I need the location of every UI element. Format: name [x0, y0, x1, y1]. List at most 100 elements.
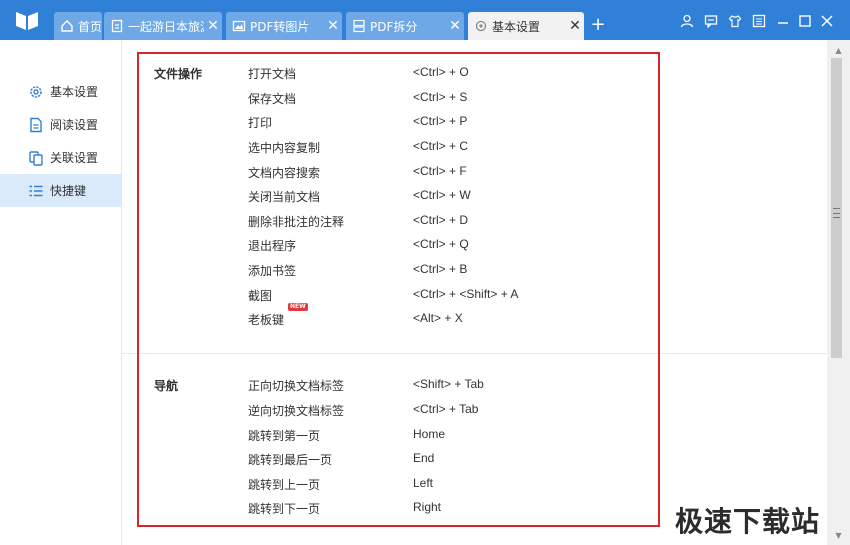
tab-close-icon[interactable]: ✕	[566, 18, 584, 34]
sidebar-item-link-settings[interactable]: 关联设置	[0, 141, 121, 174]
tab-label: PDF拆分	[370, 19, 418, 34]
shortcut-row: 选中内容复制 <Ctrl> + C	[122, 139, 827, 159]
tab-basic-settings[interactable]: 基本设置 ✕	[468, 12, 584, 40]
shortcut-key[interactable]: <Shift> + Tab	[413, 377, 484, 391]
shortcut-key[interactable]: <Ctrl> + O	[413, 65, 469, 79]
tab-close-icon[interactable]: ✕	[446, 18, 464, 34]
sidebar-item-label: 快捷键	[50, 184, 87, 198]
shortcut-action: 逆向切换文档标签	[248, 404, 345, 418]
thumb-grip-icon	[833, 208, 840, 218]
scroll-down-icon[interactable]: ▼	[827, 527, 850, 543]
menu-icon[interactable]	[750, 12, 768, 30]
shortcut-key[interactable]: <Alt> + X	[413, 311, 463, 325]
shortcut-action: 添加书签	[248, 264, 297, 278]
watermark: 极速下载站	[675, 505, 821, 538]
new-badge: NEW	[288, 303, 308, 311]
vertical-scrollbar[interactable]: ▲ ▼	[827, 40, 850, 545]
shortcut-action: 跳转到第一页	[248, 429, 321, 443]
tab-home[interactable]: 首页	[54, 12, 102, 40]
tab-close-icon[interactable]: ✕	[324, 18, 342, 34]
skin-icon[interactable]	[726, 12, 744, 30]
sidebar-item-read-settings[interactable]: 阅读设置	[0, 108, 121, 141]
settings-sidebar: 基本设置 阅读设置 关联设置 快捷键	[0, 40, 122, 545]
shortcut-key[interactable]: <Ctrl> + <Shift> + A	[413, 287, 518, 301]
shortcut-action: 跳转到最后一页	[248, 453, 333, 467]
shortcut-action: 跳转到下一页	[248, 502, 321, 516]
new-tab-button[interactable]: +	[589, 14, 607, 36]
shortcut-row: 退出程序 <Ctrl> + Q	[122, 237, 827, 257]
home-icon	[60, 19, 74, 33]
scrollbar-thumb[interactable]	[831, 58, 842, 358]
tab-pdf-split[interactable]: PDF拆分 ✕	[346, 12, 464, 40]
settings-gear-icon	[474, 19, 488, 33]
shortcut-list-icon	[28, 183, 44, 199]
title-bar: 首页 一起游日本旅游 ✕ PDF转图片 ✕ PDF拆分 ✕ 基本设置 ✕ +	[0, 0, 850, 40]
close-icon[interactable]	[818, 12, 836, 30]
shortcut-action: 删除非批注的注释	[248, 215, 345, 229]
minimize-icon[interactable]	[774, 12, 792, 30]
tab-pdf-to-image[interactable]: PDF转图片 ✕	[226, 12, 342, 40]
shortcut-action: 文档内容搜索	[248, 166, 321, 180]
maximize-icon[interactable]	[796, 12, 814, 30]
shortcut-key[interactable]: <Ctrl> + Tab	[413, 402, 478, 416]
shortcut-row: 打印 <Ctrl> + P	[122, 114, 827, 134]
shortcut-row: 跳转到上一页 Left	[122, 476, 827, 496]
shortcut-row: 添加书签 <Ctrl> + B	[122, 262, 827, 282]
shortcut-row: 截图 <Ctrl> + <Shift> + A	[122, 287, 827, 307]
tab-close-icon[interactable]: ✕	[204, 18, 222, 34]
shortcut-key[interactable]: Right	[413, 500, 441, 514]
shortcut-key[interactable]: <Ctrl> + C	[413, 139, 468, 153]
link-doc-icon	[28, 150, 44, 166]
sidebar-item-basic-settings[interactable]: 基本设置	[0, 75, 121, 108]
shortcut-row: 打开文档 <Ctrl> + O	[122, 65, 827, 85]
shortcut-row: 文档内容搜索 <Ctrl> + F	[122, 164, 827, 184]
scroll-up-icon[interactable]: ▲	[827, 42, 850, 58]
shortcut-row: 删除非批注的注释 <Ctrl> + D	[122, 213, 827, 233]
user-icon[interactable]	[678, 12, 696, 30]
shortcut-action: 老板键	[248, 313, 285, 327]
shortcut-key[interactable]: <Ctrl> + D	[413, 213, 468, 227]
shortcut-key[interactable]: Home	[413, 427, 445, 441]
shortcut-key[interactable]: End	[413, 451, 434, 465]
shortcut-key[interactable]: <Ctrl> + B	[413, 262, 467, 276]
shortcut-row: 保存文档 <Ctrl> + S	[122, 90, 827, 110]
pdf-split-icon	[352, 19, 366, 33]
tab-label: 一起游日本旅游	[128, 19, 204, 34]
section-divider	[122, 353, 827, 354]
shortcut-key[interactable]: <Ctrl> + F	[413, 164, 467, 178]
sidebar-item-label: 基本设置	[50, 85, 99, 99]
tab-label: 首页	[78, 19, 102, 34]
shortcut-action: 打开文档	[248, 67, 297, 81]
shortcut-action: 跳转到上一页	[248, 478, 321, 492]
sidebar-item-shortcuts[interactable]: 快捷键	[0, 174, 121, 207]
pdf-image-icon	[232, 19, 246, 33]
shortcut-action: 选中内容复制	[248, 141, 321, 155]
shortcut-row: 关闭当前文档 <Ctrl> + W	[122, 188, 827, 208]
shortcut-action: 退出程序	[248, 239, 297, 253]
gear-icon	[28, 84, 44, 100]
sidebar-item-label: 阅读设置	[50, 118, 99, 132]
shortcut-key[interactable]: <Ctrl> + Q	[413, 237, 469, 251]
shortcut-row: 跳转到第一页 Home	[122, 427, 827, 447]
message-icon[interactable]	[702, 12, 720, 30]
app-logo-icon	[16, 12, 38, 30]
document-icon	[110, 19, 124, 33]
read-doc-icon	[28, 117, 44, 133]
shortcut-action: 打印	[248, 116, 273, 130]
shortcut-action: 正向切换文档标签	[248, 379, 345, 393]
shortcut-key[interactable]: Left	[413, 476, 433, 490]
shortcut-action: 截图	[248, 289, 273, 303]
shortcut-row: 跳转到最后一页 End	[122, 451, 827, 471]
shortcut-row: 老板键 NEW <Alt> + X	[122, 303, 827, 331]
tab-document[interactable]: 一起游日本旅游 ✕	[104, 12, 222, 40]
shortcut-settings-panel: 文件操作 打开文档 <Ctrl> + O 保存文档 <Ctrl> + S 打印 …	[122, 40, 827, 545]
shortcut-row: 正向切换文档标签 <Shift> + Tab	[122, 377, 827, 397]
shortcut-action: 保存文档	[248, 92, 297, 106]
tab-label: PDF转图片	[250, 19, 310, 34]
shortcut-action: 关闭当前文档	[248, 190, 321, 204]
shortcut-key[interactable]: <Ctrl> + S	[413, 90, 467, 104]
shortcut-key[interactable]: <Ctrl> + W	[413, 188, 471, 202]
shortcut-row: 逆向切换文档标签 <Ctrl> + Tab	[122, 402, 827, 422]
shortcut-key[interactable]: <Ctrl> + P	[413, 114, 467, 128]
sidebar-item-label: 关联设置	[50, 151, 99, 165]
